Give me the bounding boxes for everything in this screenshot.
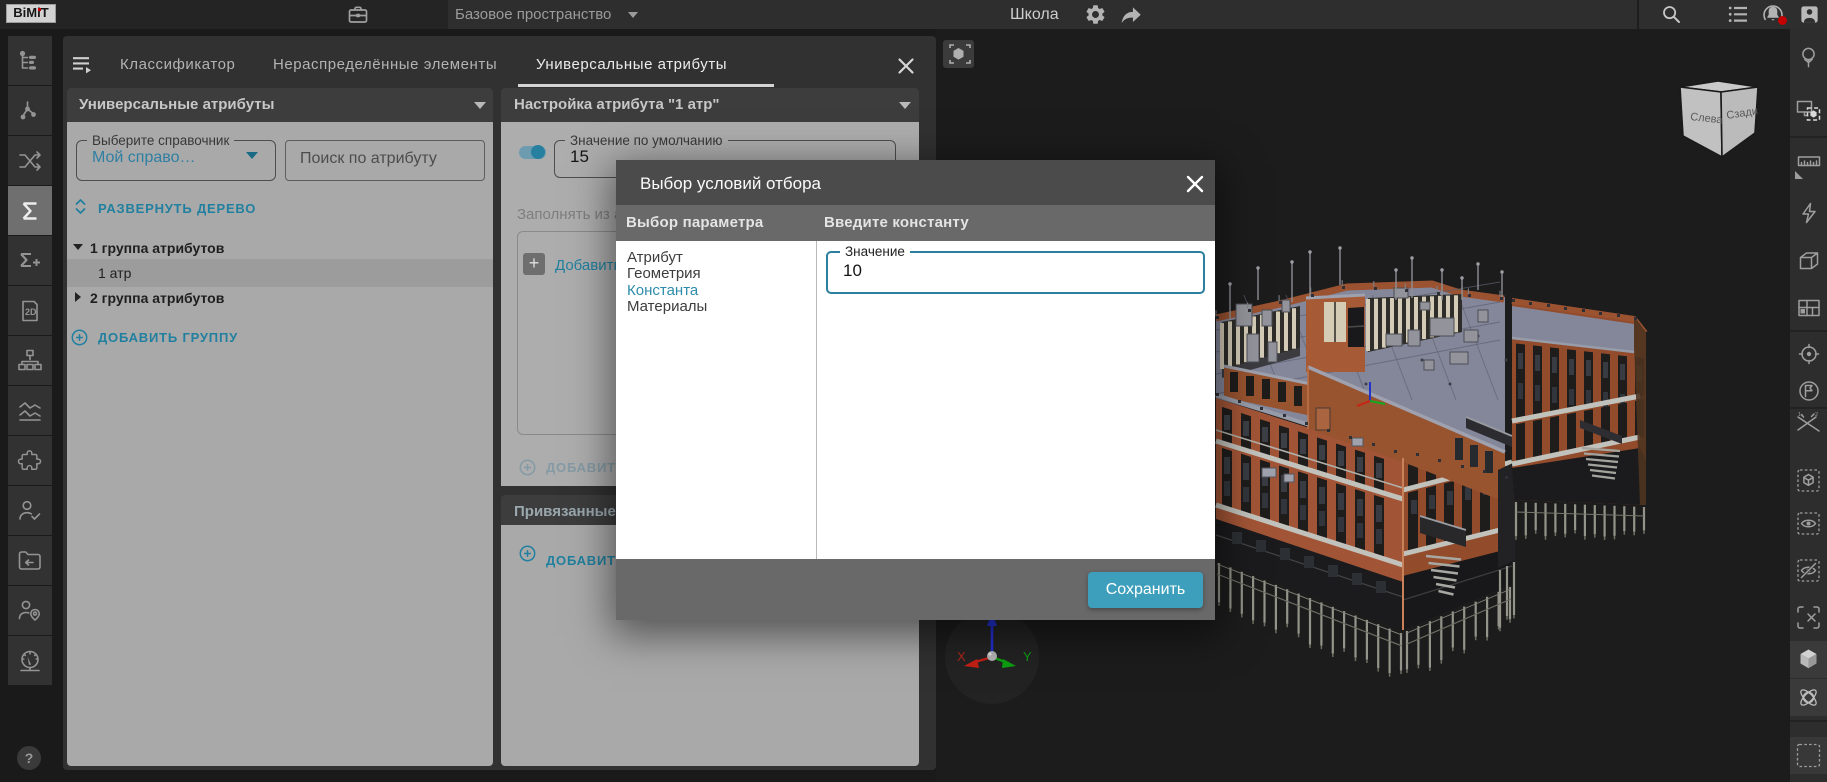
svg-text:1: 1 bbox=[1798, 412, 1801, 418]
svg-text:2: 2 bbox=[1815, 412, 1818, 418]
svg-text:2D: 2D bbox=[25, 307, 37, 317]
